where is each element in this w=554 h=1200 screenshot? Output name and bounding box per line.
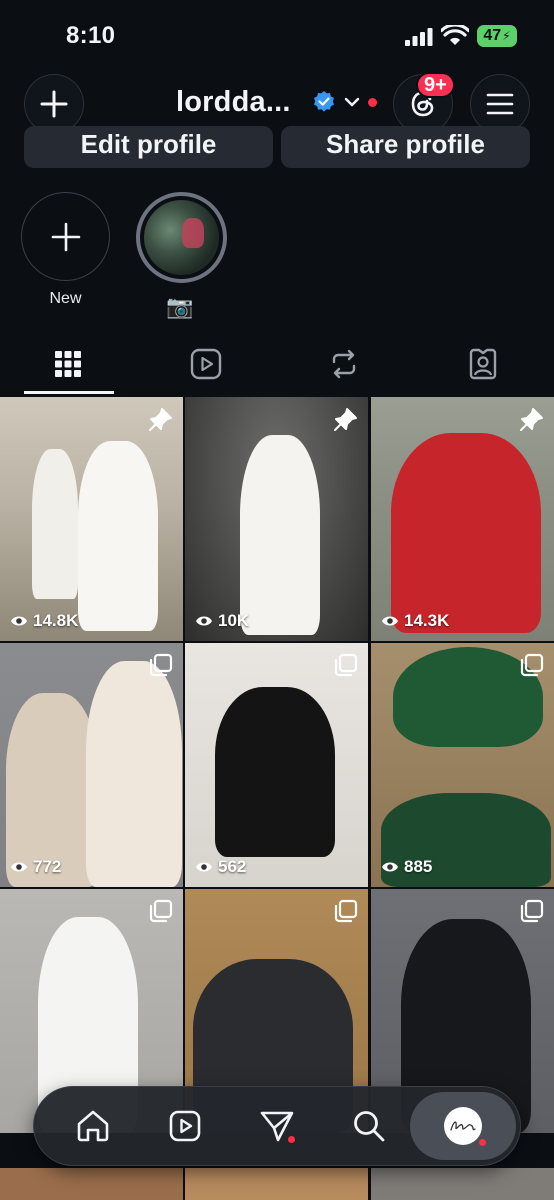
search-icon bbox=[354, 1111, 385, 1142]
tab-reposts[interactable] bbox=[324, 344, 364, 384]
unread-dot bbox=[288, 1136, 295, 1143]
multi-photo-icon bbox=[334, 899, 358, 923]
profile-tabs bbox=[0, 338, 554, 394]
post-tile[interactable]: 10K bbox=[185, 397, 368, 641]
new-highlight[interactable]: New bbox=[21, 192, 110, 307]
tagged-icon bbox=[469, 348, 497, 380]
verified-badge-icon bbox=[314, 91, 334, 112]
story-highlight-ring[interactable] bbox=[136, 192, 227, 283]
photo-figure bbox=[215, 687, 335, 857]
multi-photo-icon bbox=[149, 653, 173, 677]
eye-icon bbox=[382, 616, 398, 626]
activity-dot bbox=[479, 1139, 486, 1146]
view-count: 14.8K bbox=[10, 611, 78, 631]
eye-icon bbox=[11, 862, 27, 872]
status-bar: 8:10 47 ⚡ bbox=[0, 0, 554, 74]
reels-icon bbox=[190, 348, 222, 380]
clock: 8:10 bbox=[66, 22, 116, 49]
reposts-icon bbox=[332, 349, 356, 379]
nav-home[interactable] bbox=[70, 1103, 116, 1149]
reels-icon bbox=[169, 1110, 201, 1142]
pin-icon bbox=[149, 408, 172, 431]
view-count: 562 bbox=[195, 857, 246, 877]
battery-level: 47 bbox=[483, 27, 502, 44]
active-tab-indicator bbox=[24, 391, 114, 394]
account-notification-dot bbox=[368, 98, 377, 107]
photo-figure bbox=[391, 433, 541, 633]
share-profile-button[interactable]: Share profile bbox=[281, 126, 530, 168]
photo-figure bbox=[240, 435, 320, 635]
nav-direct-messages[interactable] bbox=[254, 1103, 300, 1149]
charging-bolt-icon: ⚡ bbox=[502, 29, 511, 43]
story-highlight[interactable]: 📷 bbox=[136, 192, 227, 319]
view-count: 772 bbox=[10, 857, 61, 877]
cellular-signal-icon bbox=[405, 28, 433, 46]
eye-icon bbox=[196, 862, 212, 872]
wifi-icon bbox=[441, 25, 469, 45]
grid-icon bbox=[55, 351, 81, 377]
multi-photo-icon bbox=[334, 653, 358, 677]
post-tile[interactable]: 772 bbox=[0, 643, 183, 887]
bottom-tab-bar bbox=[33, 1086, 521, 1166]
nav-search[interactable] bbox=[346, 1103, 392, 1149]
post-tile[interactable] bbox=[0, 1168, 183, 1200]
hamburger-menu-icon bbox=[486, 93, 514, 115]
photo-figure bbox=[32, 449, 78, 599]
multi-photo-icon bbox=[520, 653, 544, 677]
plus-icon bbox=[51, 222, 80, 251]
view-count: 10K bbox=[195, 611, 249, 631]
chevron-down-icon[interactable] bbox=[343, 94, 361, 110]
pin-icon bbox=[520, 408, 543, 431]
multi-photo-icon bbox=[520, 899, 544, 923]
pin-icon bbox=[334, 408, 357, 431]
eye-icon bbox=[382, 862, 398, 872]
tab-posts-grid[interactable] bbox=[48, 344, 88, 384]
post-tile[interactable]: 14.3K bbox=[371, 397, 554, 641]
post-tile[interactable] bbox=[185, 1168, 368, 1200]
signature-logo bbox=[450, 1121, 476, 1131]
username[interactable]: lordda... bbox=[176, 86, 291, 119]
home-icon bbox=[77, 1110, 109, 1142]
menu-button[interactable] bbox=[470, 74, 530, 134]
post-tile[interactable]: 14.8K bbox=[0, 397, 183, 641]
highlight-label: 📷 bbox=[166, 294, 194, 319]
battery-indicator: 47 ⚡ bbox=[477, 25, 517, 47]
multi-photo-icon bbox=[149, 899, 173, 923]
eye-icon bbox=[11, 616, 27, 626]
profile-avatar bbox=[444, 1107, 482, 1145]
view-count: 14.3K bbox=[381, 611, 449, 631]
story-highlight-thumbnail bbox=[144, 200, 219, 275]
photo-figure bbox=[86, 661, 182, 887]
view-count: 885 bbox=[381, 857, 432, 877]
tab-reels[interactable] bbox=[186, 344, 226, 384]
tab-tagged[interactable] bbox=[463, 344, 503, 384]
post-tile[interactable] bbox=[371, 1168, 554, 1200]
edit-profile-button[interactable]: Edit profile bbox=[24, 126, 273, 168]
photo-figure bbox=[78, 441, 158, 631]
highlight-label: New bbox=[49, 290, 82, 307]
post-tile[interactable]: 562 bbox=[185, 643, 368, 887]
post-tile[interactable]: 885 bbox=[371, 643, 554, 887]
new-highlight-ring[interactable] bbox=[21, 192, 110, 281]
create-post-button[interactable] bbox=[24, 74, 84, 134]
nav-reels[interactable] bbox=[162, 1103, 208, 1149]
notification-badge: 9+ bbox=[416, 72, 455, 98]
plus-icon bbox=[40, 90, 68, 118]
nav-profile[interactable] bbox=[410, 1092, 516, 1160]
eye-icon bbox=[196, 616, 212, 626]
